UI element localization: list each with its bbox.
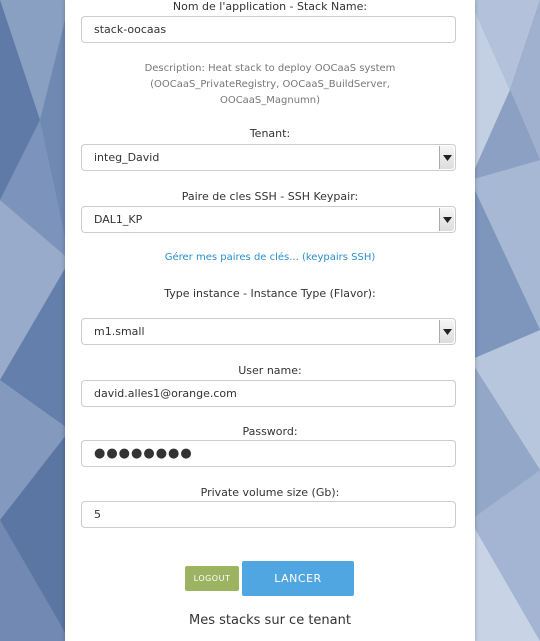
tenant-label: Tenant: [249, 127, 291, 140]
stack-description: Description: Heat stack to deploy OOCaaS… [144, 63, 396, 106]
stack-form-panel: Nom de l'application - Stack Name: stack… [65, 0, 475, 641]
stacks-section-title: Mes stacks sur ce tenant [189, 613, 351, 628]
logout-button[interactable]: LOGOUT [185, 566, 239, 591]
launch-button[interactable]: LANCER [242, 561, 354, 596]
app-name-label: Nom de l'application - Stack Name: [172, 0, 368, 13]
password-input[interactable]: ●●●●●●●● [81, 440, 456, 467]
tenant-select[interactable]: integ_David [81, 144, 456, 171]
tenant-selected-value: integ_David [94, 151, 160, 164]
chevron-down-icon[interactable] [439, 146, 454, 169]
password-label: Password: [242, 425, 298, 438]
manage-keypairs-link[interactable]: Gérer mes paires de clés... (keypairs SS… [65, 252, 475, 263]
keypair-select[interactable]: DAL1_KP [81, 206, 456, 233]
volume-size-label: Private volume size (Gb): [200, 486, 340, 499]
chevron-down-icon[interactable] [439, 208, 454, 231]
keypair-label: Paire de cles SSH - SSH Keypair: [181, 190, 359, 203]
username-label: User name: [238, 364, 302, 377]
volume-size-input[interactable]: 5 [81, 501, 456, 528]
app-name-input[interactable]: stack-oocaas [81, 16, 456, 43]
chevron-down-icon[interactable] [439, 320, 454, 343]
keypair-selected-value: DAL1_KP [94, 213, 143, 226]
flavor-select[interactable]: m1.small [81, 318, 456, 345]
username-input[interactable]: david.alles1@orange.com [81, 380, 456, 407]
flavor-selected-value: m1.small [94, 325, 145, 338]
flavor-label: Type instance - Instance Type (Flavor): [164, 287, 376, 300]
